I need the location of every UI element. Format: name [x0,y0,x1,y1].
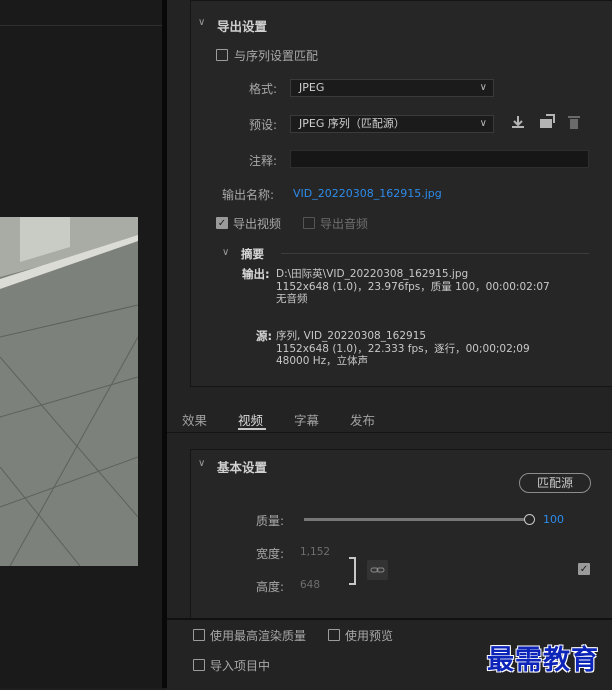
export-audio-checkbox[interactable] [303,217,315,229]
match-sequence-checkbox[interactable] [216,49,228,61]
format-select[interactable]: JPEG ∨ [290,79,494,97]
quality-slider-thumb[interactable] [524,514,535,525]
import-project-checkbox[interactable] [193,659,205,671]
match-source-button[interactable]: 匹配源 [519,473,591,493]
summary-source-details: 序列, VID_20220308_162915 1152x648 (1.0)，2… [276,330,530,368]
watermark-logo: 最需教育 [487,645,599,676]
quality-slider-track[interactable] [304,518,530,521]
collapse-chevron-icon[interactable]: ∨ [198,458,205,469]
use-preview-checkbox[interactable] [328,629,340,641]
output-name-label: 输出名称: [222,188,275,202]
source-preview-image [0,217,138,566]
preset-label: 预设: [249,118,278,132]
summary-source-label: 源: [256,329,273,343]
tab-effects[interactable]: 效果 [182,410,207,429]
export-settings-title: 导出设置 [217,19,268,34]
use-preview-label: 使用预览 [345,629,394,643]
output-name-link[interactable]: VID_20220308_162915.jpg [293,187,442,200]
import-preset-icon[interactable] [538,114,556,134]
collapse-chevron-icon[interactable]: ∨ [198,17,205,28]
preset-value: JPEG 序列（匹配源） [299,117,405,130]
save-preset-icon[interactable] [510,114,526,134]
preset-select[interactable]: JPEG 序列（匹配源） ∨ [290,115,494,133]
height-value: 648 [300,579,321,591]
summary-title: 摘要 [241,247,264,261]
comment-label: 注释: [249,154,278,168]
width-label: 宽度: [256,547,285,561]
export-audio-label: 导出音频 [320,217,369,231]
quality-label: 质量: [256,514,285,528]
preview-floor-graphic [0,217,138,566]
summary-output-line: 无音频 [276,293,308,305]
summary-output-details: D:\田际英\VID_20220308_162915.jpg 1152x648 … [276,268,550,306]
summary-source-line: 1152x648 (1.0)，22.333 fps，逐行，00;00;02;09 [276,342,530,355]
basic-settings-title: 基本设置 [217,460,268,475]
quality-value[interactable]: 100 [543,513,564,526]
summary-chevron-icon[interactable]: ∨ [222,247,229,258]
max-render-quality-checkbox[interactable] [193,629,205,641]
delete-preset-icon[interactable] [566,114,582,134]
comment-input[interactable] [290,150,589,168]
dimension-link-bracket [349,557,356,585]
tab-captions[interactable]: 字幕 [294,410,319,429]
format-label: 格式: [249,82,278,96]
quality-slider-fill [304,518,530,521]
summary-source-line: 序列, VID_20220308_162915 [276,330,427,342]
max-render-quality-label: 使用最高渲染质量 [210,629,307,643]
chevron-down-icon: ∨ [479,82,487,93]
summary-output-label: 输出: [242,267,270,281]
width-value: 1,152 [300,546,331,558]
chevron-down-icon: ∨ [479,118,487,129]
height-label: 高度: [256,580,285,594]
tab-publish[interactable]: 发布 [350,410,375,429]
scale-checkbox[interactable]: ✓ [578,563,590,575]
preview-header-divider [0,25,162,26]
export-video-checkbox[interactable]: ✓ [216,217,228,229]
tab-bar: 效果 视频 字幕 发布 [167,404,612,433]
summary-output-line: D:\田际英\VID_20220308_162915.jpg [276,268,469,280]
chain-link-icon[interactable] [367,560,388,580]
tab-video[interactable]: 视频 [238,410,263,429]
match-sequence-label: 与序列设置匹配 [234,49,319,63]
summary-output-line: 1152x648 (1.0)，23.976fps，质量 100，00:00:02… [276,280,550,293]
tab-video-underline [238,428,266,430]
summary-rule [281,253,589,254]
format-value: JPEG [299,81,325,94]
export-video-label: 导出视频 [233,217,282,231]
import-project-label: 导入项目中 [210,659,271,673]
summary-source-line: 48000 Hz，立体声 [276,355,369,367]
